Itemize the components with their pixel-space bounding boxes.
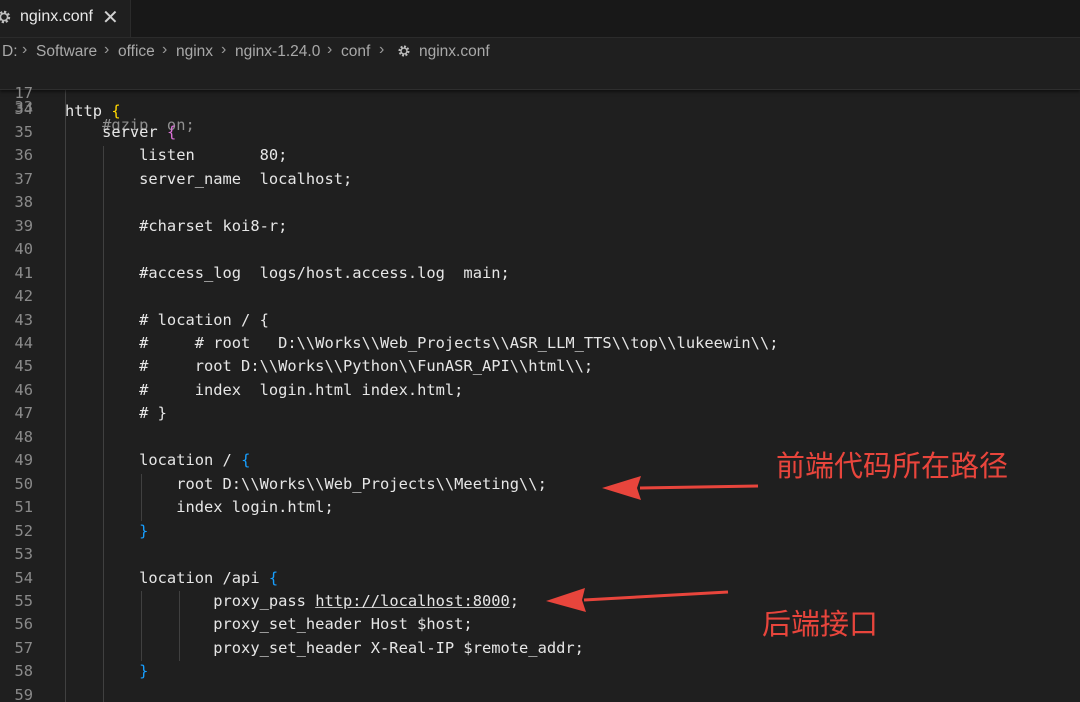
annotation-backend-api: 后端接口 xyxy=(762,607,879,641)
arrow-backend xyxy=(546,588,729,612)
annotation-frontend-path: 前端代码所在路径 xyxy=(776,449,1009,483)
arrow-frontend xyxy=(602,476,759,500)
annotation-arrows xyxy=(546,476,759,612)
